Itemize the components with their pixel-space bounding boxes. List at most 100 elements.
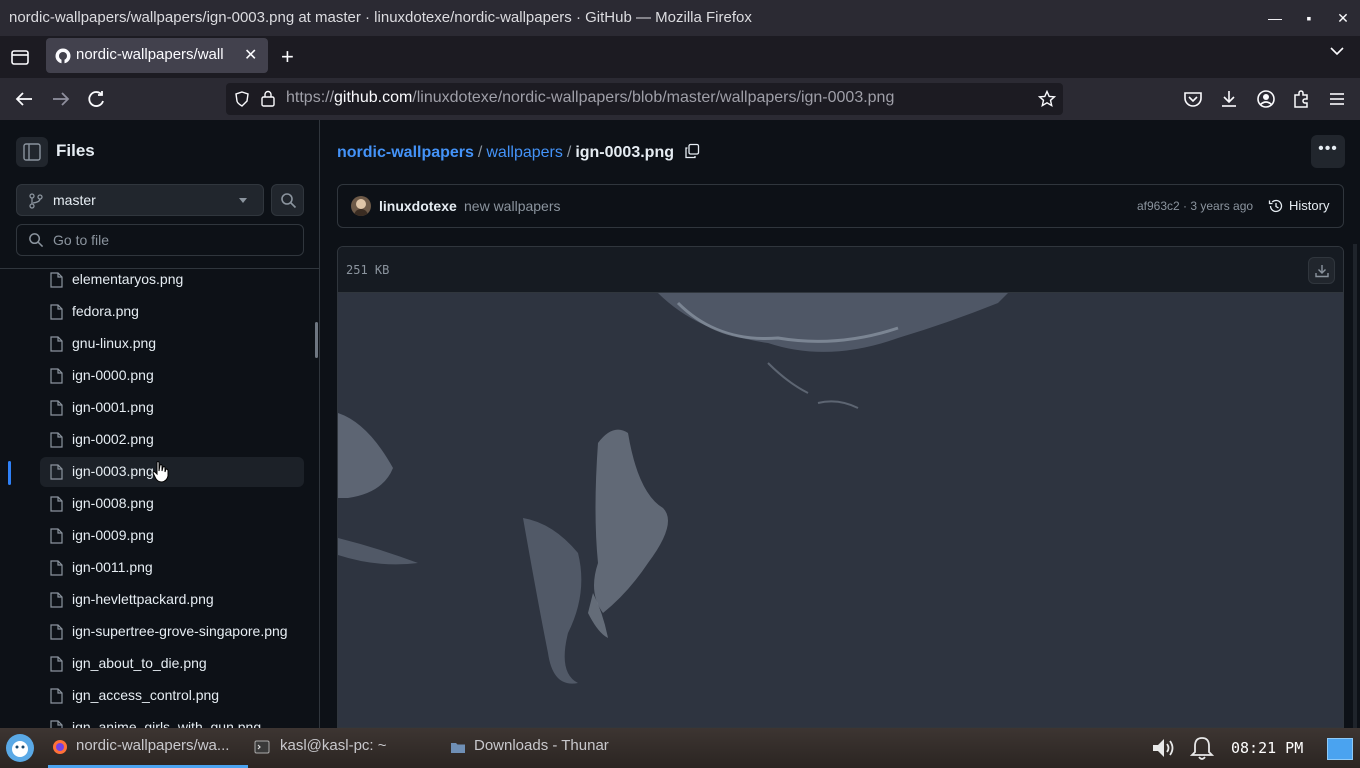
terminal-icon [254, 740, 270, 754]
go-to-file-input[interactable]: Go to file [16, 224, 304, 256]
file-icon [50, 400, 63, 416]
maximize-icon[interactable]: ▪ [1296, 6, 1322, 30]
extensions-icon[interactable] [1290, 89, 1312, 109]
commit-message[interactable]: new wallpapers [464, 198, 561, 214]
file-tree-item[interactable]: fedora.png [40, 297, 304, 327]
file-name: gnu-linux.png [72, 335, 157, 351]
pocket-icon[interactable] [1182, 89, 1204, 109]
commit-author[interactable]: linuxdotexe [379, 198, 457, 214]
window-title: nordic-wallpapers/wallpapers/ign-0003.pn… [9, 9, 752, 26]
breadcrumb-separator: / [477, 144, 483, 161]
shield-icon[interactable] [234, 91, 250, 107]
search-icon [29, 233, 44, 248]
download-icon [1315, 265, 1329, 278]
breadcrumb-repo-link[interactable]: nordic-wallpapers [337, 144, 474, 161]
avatar[interactable] [351, 196, 371, 216]
volume-icon[interactable] [1150, 736, 1176, 760]
file-tree-item[interactable]: ign_about_to_die.png [40, 649, 304, 679]
file-name: ign_access_control.png [72, 687, 220, 703]
forward-icon[interactable] [50, 89, 72, 109]
taskbar-item-label: kasl@kasl-pc: ~ [280, 737, 387, 754]
file-tree-item[interactable]: ign-0008.png [40, 489, 304, 519]
lock-icon[interactable] [260, 90, 276, 107]
file-icon [50, 624, 63, 640]
copy-path-icon[interactable] [684, 143, 700, 159]
tab-label: nordic-wallpapers/wall [76, 46, 224, 63]
sidebar-scrollbar[interactable] [315, 322, 318, 358]
minimize-icon[interactable]: — [1262, 6, 1288, 30]
file-icon [50, 368, 63, 384]
file-icon [50, 336, 63, 352]
branch-selector[interactable]: master [16, 184, 264, 216]
start-menu-icon[interactable] [5, 733, 35, 763]
file-icon [50, 272, 63, 288]
file-name: ign-0009.png [72, 527, 154, 543]
back-icon[interactable] [13, 89, 35, 109]
notification-bell-icon[interactable] [1190, 735, 1214, 761]
list-all-tabs-icon[interactable] [10, 48, 30, 66]
file-icon [50, 304, 63, 320]
search-files-button[interactable] [271, 184, 304, 216]
file-tree-item[interactable]: ign-hevlettpackard.png [40, 585, 304, 615]
file-name: fedora.png [72, 303, 139, 319]
bookmark-star-icon[interactable] [1038, 90, 1056, 108]
reload-icon[interactable] [86, 89, 108, 109]
collapse-sidebar-icon[interactable] [16, 137, 48, 167]
taskbar-item-label: Downloads - Thunar [474, 737, 609, 754]
file-name: ign-supertree-grove-singapore.png [72, 623, 288, 639]
show-desktop-icon[interactable] [1327, 738, 1353, 760]
file-tree-item[interactable]: ign-0001.png [40, 393, 304, 423]
file-tree-item[interactable]: ign-0003.png [40, 457, 304, 487]
file-tree-item[interactable]: ign-0000.png [40, 361, 304, 391]
file-icon [50, 688, 63, 704]
file-tree-item[interactable]: gnu-linux.png [40, 329, 304, 359]
firefox-icon [53, 740, 67, 754]
browser-tab[interactable]: nordic-wallpapers/wall ✕ [46, 38, 268, 73]
page-scrollbar[interactable] [1353, 244, 1357, 728]
file-name: ign_about_to_die.png [72, 655, 207, 671]
breadcrumb-current-file: ign-0003.png [575, 144, 674, 161]
window-titlebar: nordic-wallpapers/wallpapers/ign-0003.pn… [0, 0, 1360, 36]
file-tree-item[interactable]: ign-supertree-grove-singapore.png [40, 617, 304, 647]
file-name: ign-0001.png [72, 399, 154, 415]
chevron-down-icon[interactable] [1330, 46, 1344, 56]
account-icon[interactable] [1255, 89, 1277, 109]
taskbar-item[interactable]: nordic-wallpapers/wa... [48, 732, 248, 768]
url-text[interactable]: https://github.com/linuxdotexe/nordic-wa… [286, 89, 894, 107]
file-list: elementaryos.png fedora.png gnu-linux.png i… [0, 269, 320, 728]
breadcrumb-folder-link[interactable]: wallpapers [486, 144, 562, 161]
taskbar-item[interactable]: Downloads - Thunar [446, 732, 646, 768]
file-name: ign-hevlettpackard.png [72, 591, 214, 607]
url-bar[interactable]: https://github.com/linuxdotexe/nordic-wa… [226, 83, 1063, 115]
file-icon [50, 432, 63, 448]
file-name: elementaryos.png [72, 271, 184, 287]
file-tree-item[interactable]: elementaryos.png [40, 269, 304, 295]
history-icon [1268, 199, 1283, 213]
menu-icon[interactable] [1326, 89, 1348, 109]
download-raw-button[interactable] [1308, 257, 1335, 284]
close-window-icon[interactable]: ✕ [1330, 6, 1356, 30]
file-tree-item[interactable]: ign_anime_girls_with_gun.png [40, 713, 304, 728]
caret-down-icon [239, 198, 247, 203]
wallpaper-image [338, 293, 1343, 727]
file-name: ign-0003.png [72, 463, 154, 479]
search-icon [281, 193, 297, 209]
new-tab-icon[interactable]: + [281, 44, 294, 70]
file-tree-item[interactable]: ign-0011.png [40, 553, 304, 583]
file-tree-item[interactable]: ign_access_control.png [40, 681, 304, 711]
close-tab-icon[interactable]: ✕ [244, 45, 257, 65]
file-viewer-header: 251 KB [338, 247, 1343, 293]
taskbar-item[interactable]: kasl@kasl-pc: ~ [252, 732, 442, 768]
file-tree-item[interactable]: ign-0002.png [40, 425, 304, 455]
file-name: ign-0011.png [72, 559, 153, 575]
file-name: ign-0008.png [72, 495, 154, 511]
more-options-button[interactable]: ••• [1311, 135, 1345, 168]
file-tree-item[interactable]: ign-0009.png [40, 521, 304, 551]
file-name: ign-0002.png [72, 431, 154, 447]
commit-meta[interactable]: af963c2 · 3 years ago [1137, 199, 1253, 213]
downloads-icon[interactable] [1218, 89, 1240, 109]
file-icon [50, 720, 63, 728]
breadcrumb: nordic-wallpapers / wallpapers / ign-0003.pn… [337, 141, 700, 162]
clock[interactable]: 08:21 PM [1231, 739, 1303, 757]
kebab-horizontal-icon: ••• [1318, 140, 1338, 157]
